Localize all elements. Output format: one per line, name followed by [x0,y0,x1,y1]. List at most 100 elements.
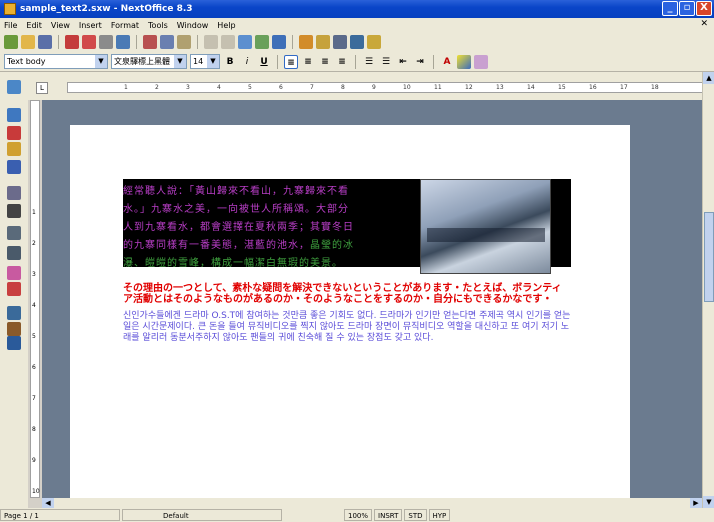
web-layout-icon[interactable] [7,246,21,260]
datasource-icon[interactable] [7,282,21,296]
find-icon[interactable] [316,35,330,49]
save-icon[interactable] [38,35,52,49]
align-right-icon[interactable]: ≡ [318,55,332,69]
close-button[interactable]: X [696,1,712,16]
selection-mode[interactable]: STD [404,509,427,521]
underline-button[interactable]: U [257,55,271,69]
increase-indent-icon[interactable]: ⇥ [413,55,427,69]
print-preview-icon[interactable] [116,35,130,49]
vertical-ruler[interactable]: 1234567891011 [30,100,40,522]
menu-format[interactable]: Format [111,21,139,30]
insert-icon[interactable] [7,108,21,122]
insert-table-icon[interactable] [272,35,286,49]
gallery-icon[interactable] [299,35,313,49]
print-icon[interactable] [99,35,113,49]
undo-icon[interactable] [204,35,218,49]
help-icon[interactable] [367,35,381,49]
spellcheck-icon[interactable] [255,35,269,49]
navigator-icon[interactable] [238,35,252,49]
hyperlink-mode[interactable]: HYP [428,509,451,521]
zoom-level[interactable]: 100% [344,509,373,521]
menu-tools[interactable]: Tools [148,21,168,30]
form-icon[interactable] [7,160,21,174]
korean-paragraph[interactable]: 신인가수들에겐 드라마 O.S.T에 참여하는 것만큼 좋은 기회도 없다. 드… [123,311,571,344]
text-body[interactable]: 經常聽人說：「黃山歸來不看山，九寨歸來不看 水。」九寨水之美，一向被世人所稱頌。… [123,179,571,344]
scroll-thumb[interactable] [704,212,714,302]
ruler-tick: 1 [32,209,36,216]
font-name-select[interactable]: 文泉驛標上黑體 ▼ [111,54,187,69]
autospellcheck-icon[interactable] [7,186,21,200]
font-color-icon[interactable]: A [440,55,454,69]
paragraph-style-select[interactable]: Text body ▼ [4,54,108,69]
font-size-select[interactable]: 14 ▼ [190,54,220,69]
chinese-text[interactable]: 經常聽人說：「黃山歸來不看山，九寨歸來不看 水。」九寨水之美，一向被世人所稱頌。… [123,183,415,273]
horizontal-scrollbar[interactable]: ◀ ▶ [42,498,702,508]
app-icon[interactable] [4,3,16,15]
menu-window[interactable]: Window [177,21,209,30]
bullets-icon[interactable]: ☰ [379,55,393,69]
scroll-down-icon[interactable]: ▼ [703,496,714,508]
edit-mode-icon[interactable] [7,80,21,94]
export-pdf-icon[interactable] [82,35,96,49]
decrease-indent-icon[interactable]: ⇤ [396,55,410,69]
page-style[interactable]: Default [122,509,282,521]
chevron-down-icon[interactable]: ▼ [95,55,107,68]
italic-button[interactable]: i [240,55,254,69]
scroll-left-icon[interactable]: ◀ [42,498,54,508]
bullet-color-icon[interactable] [7,322,21,336]
japanese-paragraph[interactable]: その理由の一つとして、素朴な疑問を解決できないということがあります・たとえば、ボ… [123,283,571,305]
toolbar-separator [292,35,293,49]
justify-icon[interactable]: ≡ [335,55,349,69]
background-color-icon[interactable] [474,54,488,69]
menu-view[interactable]: View [51,21,70,30]
chevron-down-icon[interactable]: ▼ [174,55,186,68]
toolbar-separator [277,54,278,69]
insert-fields-icon[interactable] [7,126,21,140]
nonprinting-chars-icon[interactable] [7,226,21,240]
text-cursor-icon[interactable] [7,204,21,218]
vertical-scrollbar[interactable]: ▲ ▼ [702,72,714,508]
insert-object-icon[interactable] [7,142,21,156]
page-indicator[interactable]: Page 1 / 1 [0,509,120,521]
copy-icon[interactable] [160,35,174,49]
insert-mode[interactable]: INSRT [374,509,403,521]
menu-edit[interactable]: Edit [26,21,42,30]
align-left-icon[interactable]: ≡ [284,54,298,69]
ruler-tick: 14 [527,84,535,91]
draw-icon[interactable] [7,306,21,320]
scroll-right-icon[interactable]: ▶ [690,498,702,508]
edit-file-icon[interactable] [65,35,79,49]
cut-icon[interactable] [143,35,157,49]
menu-file[interactable]: File [4,21,17,30]
numbering-icon[interactable]: ☰ [362,55,376,69]
draw-functions-icon[interactable] [350,35,364,49]
globe-icon[interactable] [7,336,21,350]
menu-help[interactable]: Help [217,21,235,30]
find-replace-icon[interactable] [7,266,21,280]
menu-insert[interactable]: Insert [79,21,102,30]
chinese-line-text: 的九寨同樣有一番美態，湛藍的池水， [123,240,310,251]
chart-icon[interactable] [333,35,347,49]
chinese-paragraph[interactable]: 經常聽人說：「黃山歸來不看山，九寨歸來不看 水。」九寨水之美，一向被世人所稱頌。… [123,179,571,279]
ruler-tick: 9 [32,457,36,464]
tab-stop-selector[interactable]: L [36,82,48,94]
scroll-up-icon[interactable]: ▲ [703,72,714,84]
new-document-icon[interactable] [4,35,18,49]
paste-icon[interactable] [177,35,191,49]
bold-button[interactable]: B [223,55,237,69]
ruler-tick: 13 [496,84,504,91]
minimize-button[interactable]: _ [662,1,678,16]
horizontal-ruler[interactable]: 1 2 3 4 5 6 7 8 9 10 11 12 13 14 15 16 17 18 [67,82,704,93]
maximize-button[interactable]: ▫ [679,1,695,16]
align-center-icon[interactable]: ≡ [301,55,315,69]
chevron-down-icon[interactable]: ▼ [207,55,219,68]
ruler-tick: 8 [32,426,36,433]
toolbar-separator [136,35,137,49]
status-bar: Page 1 / 1 Default 100% INSRT STD HYP [0,508,714,522]
winter-lake-photo[interactable] [420,179,551,274]
redo-icon[interactable] [221,35,235,49]
document-page[interactable]: 經常聽人說：「黃山歸來不看山，九寨歸來不看 水。」九寨水之美，一向被世人所稱頌。… [70,125,630,498]
open-folder-icon[interactable] [21,35,35,49]
document-close-icon[interactable]: ✕ [700,19,708,29]
highlight-icon[interactable] [457,54,471,69]
